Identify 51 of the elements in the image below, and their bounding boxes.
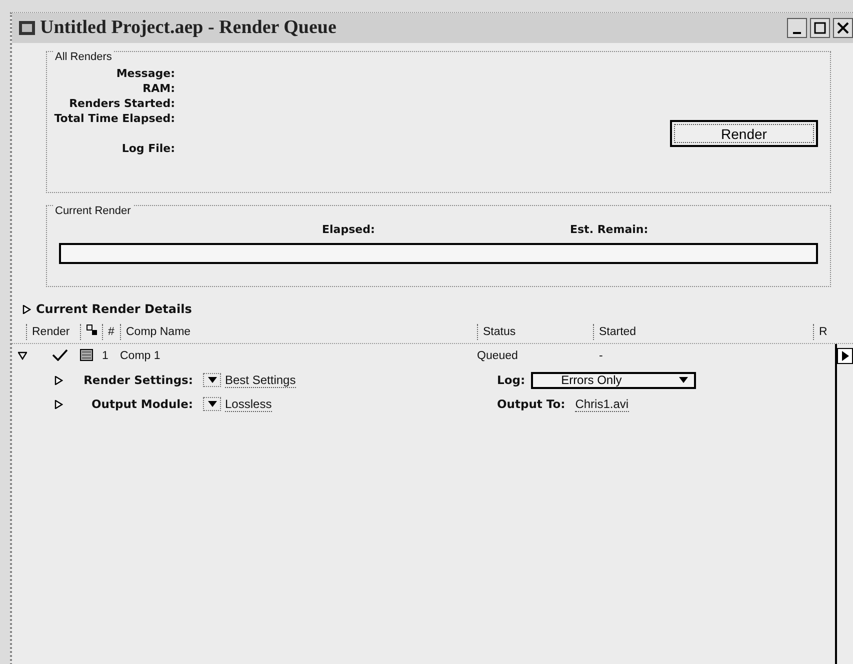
minimize-icon bbox=[793, 32, 801, 34]
collapsed-triangle-icon[interactable] bbox=[54, 400, 63, 408]
caret-icon bbox=[208, 377, 216, 383]
field-label: Total Time Elapsed: bbox=[54, 111, 175, 126]
setting-label: Output Module: bbox=[90, 397, 193, 411]
composition-icon bbox=[80, 348, 93, 360]
table-cell-text: Comp 1 bbox=[120, 350, 162, 362]
field-label: RAM: bbox=[142, 81, 175, 96]
table-cell-text: - bbox=[598, 350, 604, 362]
setting-label: Log: bbox=[497, 373, 526, 387]
caret-icon bbox=[679, 377, 688, 383]
close-icon bbox=[837, 22, 849, 34]
column-header[interactable]: # bbox=[102, 324, 120, 340]
table-cell-text: 1 bbox=[102, 350, 110, 362]
close-button[interactable] bbox=[833, 18, 853, 38]
layers-icon[interactable] bbox=[86, 324, 98, 336]
window-title: Untitled Project.aep - Render Queue bbox=[40, 17, 338, 39]
dropdown-arrow-button[interactable] bbox=[203, 397, 221, 411]
table-cell-text: Queued bbox=[477, 350, 519, 362]
render-button[interactable]: Render bbox=[670, 120, 818, 147]
column-header[interactable]: Render bbox=[26, 324, 80, 340]
module-link[interactable]: Lossless bbox=[225, 396, 272, 412]
column-header[interactable]: Comp Name bbox=[120, 324, 477, 340]
minimize-button[interactable] bbox=[787, 18, 807, 38]
collapsed-triangle-icon[interactable] bbox=[22, 304, 31, 314]
field-label: Message: bbox=[116, 66, 175, 81]
log-dropdown[interactable]: Errors Only bbox=[531, 372, 696, 388]
elapsed-label: Elapsed: bbox=[322, 222, 375, 237]
remain-label: Est. Remain: bbox=[570, 222, 648, 237]
file-link[interactable]: Chris1.avi bbox=[575, 396, 629, 412]
setting-label: Output To: bbox=[497, 397, 566, 411]
caret-icon bbox=[208, 401, 216, 407]
expanded-triangle-icon[interactable] bbox=[18, 351, 27, 360]
dropdown-arrow-button[interactable] bbox=[203, 373, 221, 387]
column-header[interactable]: Status bbox=[477, 324, 593, 340]
collapsed-triangle-icon[interactable] bbox=[54, 376, 63, 384]
maximize-button[interactable] bbox=[810, 18, 830, 38]
column-header[interactable]: R bbox=[813, 324, 853, 340]
section-title: Current Render Details bbox=[36, 302, 192, 316]
setting-label: Render Settings: bbox=[82, 373, 193, 387]
group-label: Current Render bbox=[53, 205, 133, 217]
maximize-icon bbox=[814, 22, 826, 34]
settings-link[interactable]: Best Settings bbox=[225, 372, 296, 388]
checkmark-icon[interactable] bbox=[52, 348, 68, 360]
play-button[interactable] bbox=[837, 348, 853, 364]
field-label: Renders Started: bbox=[69, 96, 175, 111]
group-label: All Renders bbox=[53, 51, 114, 63]
play-icon bbox=[841, 351, 849, 361]
column-header[interactable]: Started bbox=[593, 324, 813, 340]
field-label: Log File: bbox=[122, 141, 175, 156]
app-icon bbox=[18, 19, 36, 37]
